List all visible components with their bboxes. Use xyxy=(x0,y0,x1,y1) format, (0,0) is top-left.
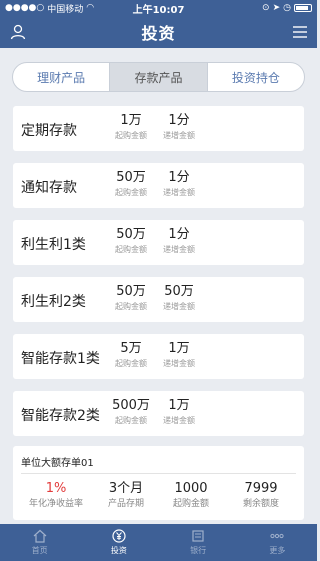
step-amount: 1万 xyxy=(168,341,190,356)
battery-icon xyxy=(294,4,312,12)
product-card[interactable]: 利生利1类 50万 起购金额 1分 递增金额 xyxy=(13,220,304,265)
remaining-label: 剩余额度 xyxy=(242,499,279,509)
location-icon: ➤ xyxy=(272,3,281,13)
step-amount-label: 递增金额 xyxy=(163,359,195,368)
carrier-label: 中国移动 xyxy=(47,4,84,15)
tab-label: 首页 xyxy=(31,546,48,555)
user-icon[interactable] xyxy=(10,24,26,40)
step-amount-label: 递增金额 xyxy=(163,416,195,425)
tab-label: 更多 xyxy=(269,546,286,555)
page-title: 投资 xyxy=(141,24,176,43)
product-name: 利生利2类 xyxy=(21,294,86,310)
status-bar: ●●●●○ 中国移动 ◠ 上午10:07 ⊙ ➤ ◷ xyxy=(0,0,317,16)
product-name: 通知存款 xyxy=(21,180,77,196)
step-amount-label: 递增金额 xyxy=(163,302,195,311)
segment-holdings[interactable]: 投资持仓 xyxy=(208,63,304,91)
tab-invest[interactable]: 投资 xyxy=(79,524,158,561)
tab-bar: 首页 投资 银行 更多 xyxy=(0,524,317,561)
tab-home[interactable]: 首页 xyxy=(0,524,79,561)
product-segment-control: 理财产品 存款产品 投资持仓 xyxy=(12,62,305,92)
step-amount: 1万 xyxy=(168,398,190,413)
menu-icon[interactable] xyxy=(293,26,307,38)
step-amount-label: 递增金额 xyxy=(163,188,195,197)
product-card[interactable]: 智能存款1类 5万 起购金额 1万 递增金额 xyxy=(13,334,304,379)
step-amount: 1分 xyxy=(168,170,190,185)
featured-min-label: 起购金额 xyxy=(172,499,209,509)
divider xyxy=(21,473,296,474)
rate-label: 年化净收益率 xyxy=(28,499,83,509)
segment-deposit-products[interactable]: 存款产品 xyxy=(110,63,208,91)
step-amount: 50万 xyxy=(164,284,194,299)
term-label: 产品存期 xyxy=(107,499,144,509)
product-card[interactable]: 智能存款2类 500万 起购金额 1万 递增金额 xyxy=(13,391,304,436)
product-name: 定期存款 xyxy=(21,123,77,139)
product-name: 智能存款2类 xyxy=(21,408,100,424)
step-amount: 1分 xyxy=(168,113,190,128)
nav-bar: 投资 xyxy=(0,16,317,48)
product-card[interactable]: 通知存款 50万 起购金额 1分 递增金额 xyxy=(13,163,304,208)
lock-icon: ⊙ xyxy=(262,3,270,13)
rate-value: 1% xyxy=(45,481,67,496)
wifi-icon: ◠ xyxy=(86,3,95,13)
bank-icon xyxy=(192,530,204,542)
alarm-icon: ◷ xyxy=(283,3,291,13)
product-name: 智能存款1类 xyxy=(21,351,100,367)
step-amount-label: 递增金额 xyxy=(163,245,195,254)
remaining-value: 7999 xyxy=(244,481,278,496)
more-icon xyxy=(270,533,284,539)
tab-label: 银行 xyxy=(190,546,207,555)
featured-deposit-card[interactable]: 单位大额存单01 1% 年化净收益率 3个月产品存期 1000 起购金额 7999 剩… xyxy=(13,446,304,520)
featured-min-amount: 1000 xyxy=(174,481,208,496)
tab-label: 投资 xyxy=(110,546,127,555)
step-amount: 1分 xyxy=(168,227,190,242)
signal-icon: ●●●●○ xyxy=(5,3,45,13)
segment-wealth-products[interactable]: 理财产品 xyxy=(13,63,111,91)
product-name: 利生利1类 xyxy=(21,237,86,253)
tab-more[interactable]: 更多 xyxy=(238,524,317,561)
yuan-icon xyxy=(112,529,126,543)
tab-bank[interactable]: 银行 xyxy=(159,524,238,561)
term-value: 3个月 xyxy=(108,481,144,496)
home-icon xyxy=(33,529,47,543)
product-card[interactable]: 定期存款 1万 起购金额 1分 递增金额 xyxy=(13,106,304,151)
product-list: 定期存款 1万 起购金额 1分 递增金额 通知存款 50万 起购金额 1分 递增金额 利… xyxy=(13,106,304,448)
step-amount-label: 递增金额 xyxy=(163,131,195,140)
featured-title: 单位大额存单01 xyxy=(21,458,94,469)
product-card[interactable]: 利生利2类 50万 起购金额 50万 递增金额 xyxy=(13,277,304,322)
